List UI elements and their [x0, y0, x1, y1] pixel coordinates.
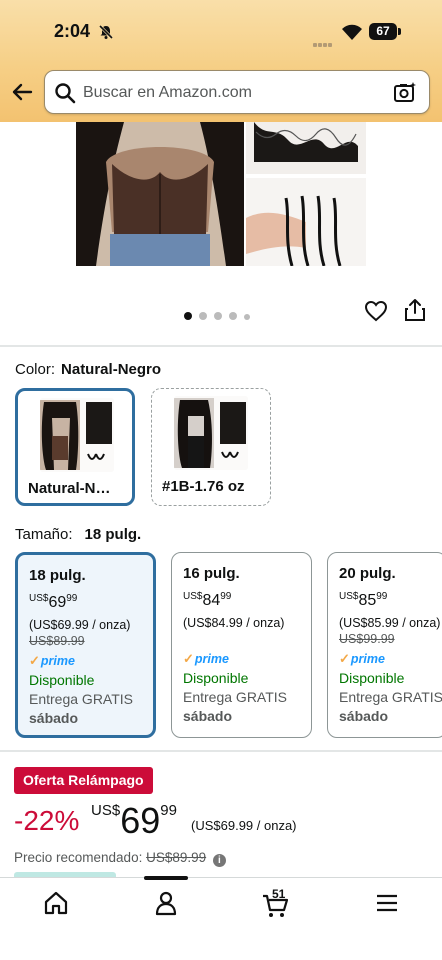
pagination-dot[interactable] [244, 314, 250, 320]
cart-count: 51 [272, 887, 286, 901]
deal-unit-price: (US$69.99 / onza) [191, 818, 297, 833]
size-delivery-day: sábado [339, 708, 389, 724]
bottom-navigation [0, 876, 442, 960]
prime-badge: ✓ prime [29, 653, 153, 668]
size-delivery-day: sábado [29, 710, 79, 726]
color-label: Color: [15, 361, 56, 378]
prime-badge: ✓ prime [339, 651, 442, 666]
size-was-price: US$99.99 [339, 632, 395, 646]
size-was-price [183, 632, 311, 646]
back-arrow-icon[interactable] [10, 80, 34, 104]
recommended-price-row: Precio recomendado: US$89.99 i [14, 850, 226, 867]
cellular-signal-icon [313, 29, 333, 47]
deal-badge: Oferta Relámpago [14, 767, 153, 794]
price-currency: US$ [91, 802, 121, 819]
price-currency: US$ [29, 593, 49, 604]
price-currency: US$ [339, 591, 359, 602]
price-fraction: 99 [376, 591, 388, 602]
active-tab-indicator [144, 876, 188, 880]
color-swatch-image [40, 398, 114, 472]
size-option-18[interactable]: 18 pulg. US$6999 (US$69.99 / onza) US$89… [15, 552, 156, 738]
prime-check-icon: ✓ [339, 651, 350, 666]
price-fraction: 99 [160, 802, 177, 819]
search-bar[interactable]: Buscar en Amazon.com [44, 70, 430, 114]
menu-icon[interactable] [374, 890, 400, 916]
size-selected-value: 18 pulg. [84, 526, 142, 543]
size-price: US$6999 [29, 590, 153, 612]
size-name: 20 pulg. [339, 565, 396, 582]
color-option-1b[interactable]: #1B-1.76 oz [151, 388, 271, 506]
info-icon[interactable]: i [212, 854, 226, 867]
discount-percent: -22% [14, 805, 80, 836]
product-image-gallery[interactable] [0, 122, 442, 344]
price-fraction: 99 [66, 593, 78, 604]
size-option-20[interactable]: 20 pulg. US$8599 (US$85.99 / onza) US$99… [327, 552, 442, 738]
color-swatch-image [174, 396, 248, 470]
prime-label: prime [194, 652, 229, 666]
size-delivery: Entrega GRATIS [339, 689, 442, 705]
account-icon[interactable] [153, 890, 179, 916]
size-unit-price: (US$85.99 / onza) [339, 616, 441, 630]
price-whole: 85 [358, 592, 377, 609]
size-delivery: Entrega GRATIS [183, 689, 288, 705]
price-whole: 84 [202, 592, 221, 609]
size-unit-price: (US$84.99 / onza) [183, 616, 285, 630]
deal-price: US$6999 [91, 800, 177, 842]
size-name: 16 pulg. [183, 565, 240, 582]
prime-label: prime [40, 654, 75, 668]
product-image-clips[interactable] [246, 178, 366, 266]
camera-search-icon[interactable] [393, 81, 417, 105]
price-whole: 69 [48, 594, 67, 611]
color-selected-value: Natural-Negro [61, 361, 162, 378]
home-icon[interactable] [43, 890, 69, 916]
wifi-icon [342, 24, 362, 40]
product-image-model[interactable] [76, 122, 244, 266]
status-bar: 2:04 67 [0, 0, 442, 62]
search-input[interactable]: Buscar en Amazon.com [83, 84, 252, 102]
size-unit-price: (US$69.99 / onza) [29, 618, 131, 632]
size-availability: Disponible [29, 672, 95, 688]
size-availability: Disponible [339, 670, 405, 686]
heart-icon[interactable] [364, 299, 388, 323]
price-whole: 69 [120, 800, 161, 841]
color-label-row: Color: Natural-Negro [15, 361, 161, 378]
pagination-dot[interactable] [184, 312, 192, 320]
top-header: 2:04 67 Buscar en Amazon.com [0, 0, 442, 122]
pagination-dot[interactable] [229, 312, 237, 320]
product-image-hair-bundle[interactable] [246, 122, 366, 174]
prime-label: prime [350, 652, 385, 666]
price-fraction: 99 [220, 591, 232, 602]
size-label-row: Tamaño: 18 pulg. [15, 526, 141, 543]
battery-icon: 67 [369, 23, 401, 40]
size-delivery: Entrega GRATIS [29, 691, 134, 707]
size-delivery-day: sábado [183, 708, 233, 724]
color-option-natural-negro[interactable]: Natural-N… [15, 388, 135, 506]
prime-badge: ✓ prime [183, 651, 311, 666]
pagination-dot[interactable] [214, 312, 222, 320]
section-divider [0, 345, 442, 347]
battery-level: 67 [376, 24, 390, 38]
price-currency: US$ [183, 591, 203, 602]
bell-muted-icon [98, 24, 114, 40]
size-price: US$8599 [339, 588, 442, 610]
share-icon[interactable] [404, 298, 426, 322]
color-option-label: Natural-N… [28, 480, 111, 497]
status-time: 2:04 [54, 21, 91, 41]
color-option-label: #1B-1.76 oz [162, 478, 245, 495]
prime-check-icon: ✓ [183, 651, 194, 666]
recommended-label: Precio recomendado: [14, 850, 143, 865]
size-name: 18 pulg. [29, 567, 86, 584]
section-divider [0, 750, 442, 752]
recommended-price: US$89.99 [146, 850, 207, 865]
size-was-price: US$89.99 [29, 634, 85, 648]
size-label: Tamaño: [15, 526, 73, 543]
size-price: US$8499 [183, 588, 311, 610]
search-icon [55, 83, 76, 104]
size-availability: Disponible [183, 670, 249, 686]
size-option-16[interactable]: 16 pulg. US$8499 (US$84.99 / onza) ✓ prim… [171, 552, 312, 738]
pagination-dot[interactable] [199, 312, 207, 320]
prime-check-icon: ✓ [29, 653, 40, 668]
image-pagination-dots[interactable] [184, 307, 257, 325]
